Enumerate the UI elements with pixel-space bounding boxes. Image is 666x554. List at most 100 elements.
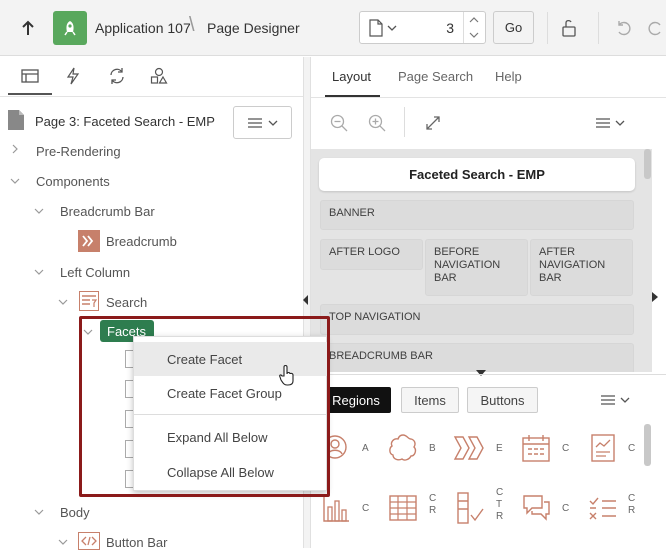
tree-node-breadcrumb-bar[interactable]: Breadcrumb Bar	[60, 199, 155, 223]
chevron-down-icon[interactable]	[83, 328, 93, 336]
slot-before-navigation-bar[interactable]: BEFORE NAVIGATION BAR	[425, 239, 528, 296]
gallery-tab-buttons[interactable]: Buttons	[467, 387, 538, 413]
breadcrumb-region-icon[interactable]	[450, 428, 490, 468]
menu-item-collapse-all-below[interactable]: Collapse All Below	[134, 455, 328, 489]
expand-icon[interactable]	[422, 112, 444, 134]
cloud-region-icon[interactable]	[383, 428, 423, 468]
page-number-input[interactable]: 3	[420, 20, 454, 36]
tree-node-body[interactable]: Body	[60, 500, 90, 524]
gallery-label: C R	[429, 493, 437, 516]
slot-after-navigation-bar[interactable]: AFTER NAVIGATION BAR	[530, 239, 633, 296]
tree-node-button-bar[interactable]: Button Bar	[106, 530, 167, 554]
gallery-label: E	[496, 443, 503, 454]
tree-node-label: Components	[36, 173, 110, 189]
breadcrumb-separator: \	[189, 14, 195, 36]
gallery-label: B	[429, 443, 436, 454]
layout-menu-button[interactable]	[596, 116, 630, 130]
gallery-label: C	[628, 443, 636, 454]
static-content-icon	[78, 532, 100, 550]
lightning-icon[interactable]	[61, 65, 85, 87]
slot-banner[interactable]: BANNER	[320, 200, 634, 230]
shared-components-icon[interactable]	[147, 65, 171, 87]
checklist-region-icon[interactable]	[450, 488, 490, 528]
context-menu: Create Facet Create Facet Group Expand A…	[133, 336, 328, 491]
tree-node-label: Search	[106, 294, 148, 310]
hamburger-icon	[596, 118, 610, 128]
menu-item-create-facet-group[interactable]: Create Facet Group	[134, 376, 328, 410]
page-icon	[366, 18, 386, 38]
chevron-down-icon[interactable]	[34, 508, 44, 516]
chevron-down-icon	[268, 120, 277, 126]
gallery-label: C	[362, 503, 370, 514]
list-region-icon[interactable]	[583, 488, 623, 528]
menu-item-create-facet[interactable]: Create Facet	[134, 342, 328, 376]
gallery-menu-button[interactable]	[601, 394, 633, 406]
rendering-tab-icon[interactable]	[18, 65, 42, 87]
app-icon[interactable]	[53, 11, 87, 45]
gallery-label: C T R	[496, 487, 504, 522]
breadcrumb-region-icon	[78, 230, 100, 252]
gallery-label: C R	[628, 493, 636, 516]
tree-node-label: Breadcrumb	[106, 233, 177, 249]
gallery-tab-regions[interactable]: Regions	[321, 387, 391, 413]
go-button[interactable]: Go	[493, 11, 534, 44]
collapse-right-icon[interactable]	[652, 292, 658, 302]
tab-page-search[interactable]: Page Search	[398, 69, 473, 84]
redo-icon[interactable]	[644, 16, 666, 40]
layout-scrollbar[interactable]	[644, 149, 651, 179]
tree-node-components[interactable]: Components	[36, 169, 110, 193]
zoom-in-icon[interactable]	[366, 112, 388, 134]
chevron-down-icon[interactable]	[58, 538, 68, 546]
gallery-label: A	[362, 443, 369, 454]
chevron-down-icon[interactable]	[34, 268, 44, 276]
tree-node-left-column[interactable]: Left Column	[60, 260, 130, 284]
chevron-down-icon[interactable]	[58, 298, 68, 306]
app-name-link[interactable]: Application 107	[95, 20, 191, 36]
tree-node-pre-rendering[interactable]: Pre-Rendering	[36, 139, 121, 163]
lock-icon[interactable]	[557, 15, 581, 41]
chevron-down-icon[interactable]	[34, 207, 44, 215]
menu-divider	[134, 414, 328, 415]
slot-breadcrumb-bar[interactable]: BREADCRUMB BAR	[320, 343, 634, 372]
undo-icon[interactable]	[612, 16, 636, 40]
page-title: Page Designer	[207, 20, 300, 36]
gallery-label: C	[562, 443, 570, 454]
calendar-region-icon[interactable]	[516, 428, 556, 468]
hamburger-icon	[247, 117, 262, 128]
tree-node-label: Left Column	[60, 264, 131, 280]
tree-node-label: Body	[60, 504, 90, 520]
layout-page-header[interactable]: Faceted Search - EMP	[319, 158, 635, 191]
collapse-left-icon[interactable]	[303, 295, 309, 305]
tab-layout[interactable]: Layout	[332, 69, 371, 84]
page-node-title[interactable]: Page 3: Faceted Search - EMP	[35, 114, 215, 129]
slot-top-navigation[interactable]: TOP NAVIGATION	[320, 304, 634, 335]
menu-item-expand-all-below[interactable]: Expand All Below	[134, 420, 328, 454]
processing-icon[interactable]	[105, 65, 129, 87]
top-toolbar: Application 107 \ Page Designer 3 Go	[0, 0, 666, 56]
zoom-out-icon[interactable]	[328, 112, 350, 134]
gallery-tab-items[interactable]: Items	[401, 387, 459, 413]
page-selector[interactable]: 3	[359, 11, 486, 44]
chevron-down-icon	[615, 120, 625, 126]
chevron-down-icon[interactable]	[10, 177, 20, 185]
up-arrow-icon[interactable]	[16, 16, 40, 40]
comments-region-icon[interactable]	[516, 488, 556, 528]
chevron-right-icon[interactable]	[11, 144, 19, 154]
layout-canvas[interactable]: Faceted Search - EMP BANNER AFTER LOGO B…	[311, 149, 652, 372]
chart-card-region-icon[interactable]	[583, 428, 623, 468]
increment-icon[interactable]	[466, 14, 482, 26]
decrement-icon[interactable]	[466, 29, 482, 41]
tree-node-breadcrumb[interactable]: Breadcrumb	[106, 229, 177, 253]
splitter-handle-icon[interactable]	[476, 370, 486, 376]
bar-chart-region-icon[interactable]	[316, 488, 356, 528]
table-region-icon[interactable]	[383, 488, 423, 528]
chevron-down-icon[interactable]	[386, 21, 398, 35]
tree-node-label: Breadcrumb Bar	[60, 203, 155, 219]
gallery-label: C	[562, 503, 570, 514]
tab-help[interactable]: Help	[495, 69, 522, 84]
slot-after-logo[interactable]: AFTER LOGO	[320, 239, 423, 270]
tree-node-label: Button Bar	[106, 534, 168, 550]
gallery-scrollbar[interactable]	[644, 424, 651, 466]
tree-menu-button[interactable]	[233, 106, 292, 139]
tree-node-search[interactable]: Search	[106, 290, 147, 314]
